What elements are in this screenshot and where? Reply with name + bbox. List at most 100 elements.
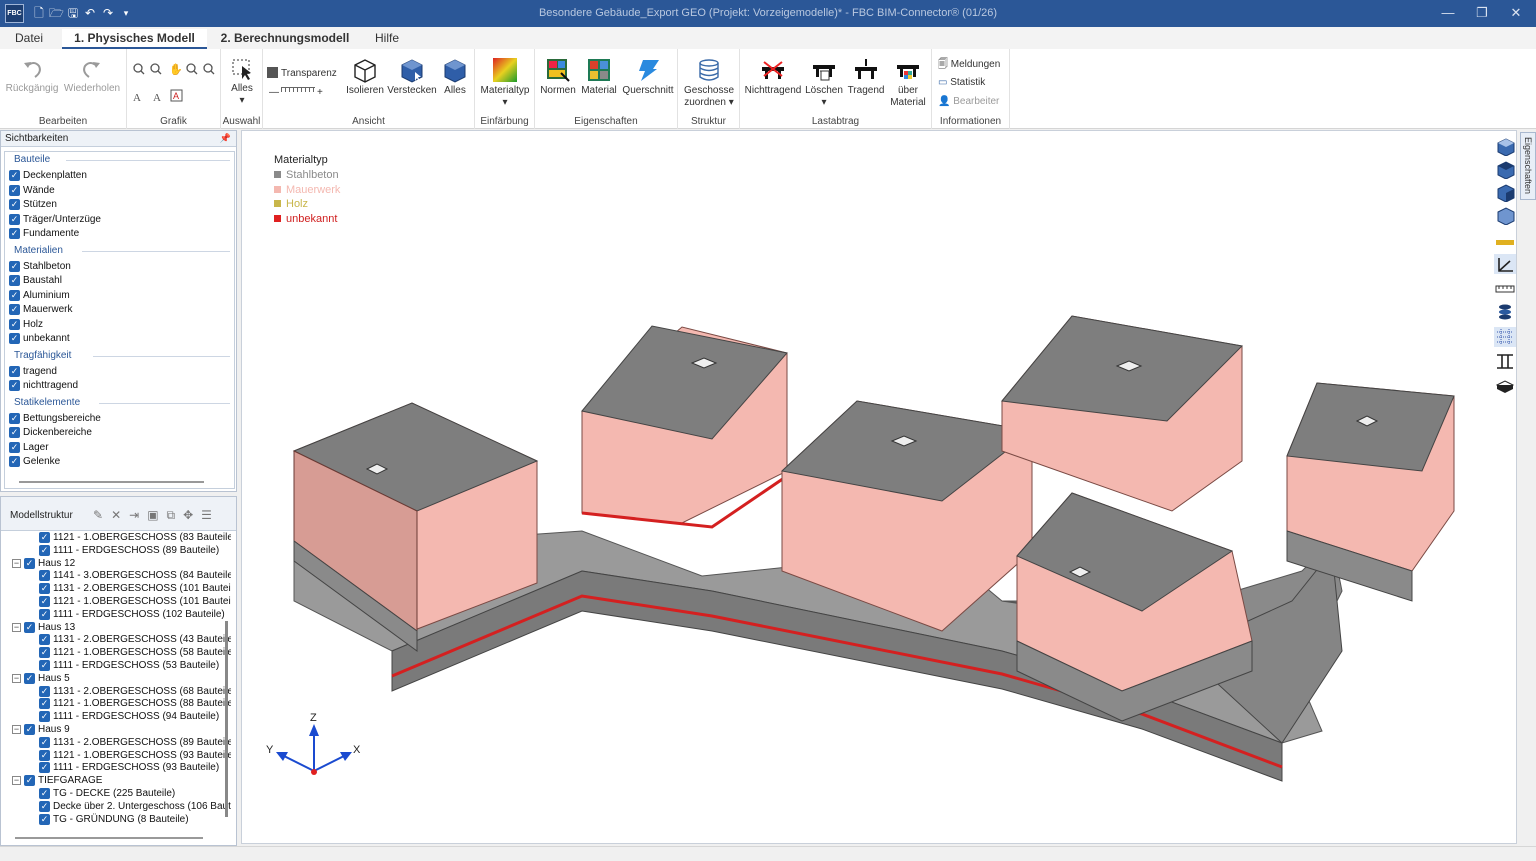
checkbox[interactable]: ✓ xyxy=(9,318,20,330)
checkbox[interactable]: ✓ xyxy=(39,788,50,799)
visibility-item[interactable]: ✓ Aluminium xyxy=(5,289,225,302)
checkbox[interactable]: ✓ xyxy=(9,228,20,239)
checkbox[interactable]: ✓ xyxy=(39,647,50,659)
visibility-item[interactable]: ✓ Wände xyxy=(5,184,225,197)
visibility-item[interactable]: ✓ nichttragend xyxy=(5,379,225,392)
slab-icon[interactable] xyxy=(1494,375,1516,395)
show-all-button[interactable]: Alles xyxy=(439,57,471,97)
loadbearing-button[interactable]: Tragend xyxy=(846,57,886,97)
collapse-toggle-icon[interactable]: − xyxy=(12,558,21,568)
tree-row[interactable]: ✓ 1111 - ERDGESCHOSS (89 Bauteile) xyxy=(4,544,226,557)
checkbox[interactable]: ✓ xyxy=(9,289,20,301)
collapse-toggle-icon[interactable]: − xyxy=(12,776,21,786)
tree-row[interactable]: ✓ 1121 - 1.OBERGESCHOSS (93 Bauteile) xyxy=(4,749,231,762)
material-button[interactable]: Material xyxy=(579,57,619,97)
tab-hilfe[interactable]: Hilfe xyxy=(368,29,406,49)
visibility-item[interactable]: ✓ Bettungsbereiche xyxy=(5,412,225,425)
checkbox[interactable]: ✓ xyxy=(24,724,35,735)
checkbox[interactable]: ✓ xyxy=(39,736,50,748)
checkbox[interactable]: ✓ xyxy=(9,199,20,210)
storeys-stack-icon[interactable] xyxy=(1494,302,1516,322)
tree-row[interactable]: ✓ TG - DECKE (225 Bauteile) xyxy=(4,788,226,800)
tree-horizontal-scrollbar[interactable] xyxy=(15,837,203,839)
axes-icon[interactable] xyxy=(1494,254,1516,274)
3d-viewport[interactable]: Z Y X xyxy=(241,130,1517,844)
visibility-item[interactable]: ✓ Baustahl xyxy=(5,274,225,287)
horizontal-scrollbar[interactable] xyxy=(19,481,204,483)
view-front-cube-icon[interactable] xyxy=(1494,136,1516,156)
checkbox[interactable]: ✓ xyxy=(39,596,50,607)
tree-row[interactable]: ✓ 1121 - 1.OBERGESCHOSS (101 Bauteile) xyxy=(4,596,231,608)
checkbox[interactable]: ✓ xyxy=(39,532,50,543)
collapse-toggle-icon[interactable]: − xyxy=(12,725,21,734)
checkbox[interactable]: ✓ xyxy=(9,213,20,225)
tree-row[interactable]: ✓ 1111 - ERDGESCHOSS (93 Bauteile) xyxy=(4,762,226,774)
visibility-item[interactable]: ✓ Dickenbereiche xyxy=(5,426,225,439)
tree-row[interactable]: ✓ 1121 - 1.OBERGESCHOSS (58 Bauteile) xyxy=(4,647,231,659)
checkbox[interactable]: ✓ xyxy=(24,621,35,633)
tree-row[interactable]: ✓ TG - GRÜNDUNG (8 Bauteile) xyxy=(4,813,226,826)
visibility-item[interactable]: ✓ Gelenke xyxy=(5,455,225,468)
move-icon[interactable]: ⇥ xyxy=(129,508,147,522)
checkbox[interactable]: ✓ xyxy=(24,775,35,787)
section-icon[interactable] xyxy=(1494,351,1516,371)
messages-button[interactable]: 🗐 Meldungen xyxy=(938,57,1000,74)
checkbox[interactable]: ✓ xyxy=(39,800,50,812)
delete-loads-button[interactable]: Löschen ▾ xyxy=(803,57,845,109)
checkbox[interactable]: ✓ xyxy=(9,441,20,453)
dimension-icon[interactable] xyxy=(1494,279,1516,299)
isolate-button[interactable]: Isolieren xyxy=(345,57,385,97)
collapse-toggle-icon[interactable]: − xyxy=(12,673,21,683)
by-material-button[interactable]: über Material xyxy=(887,57,929,109)
tree-row[interactable]: ✓ 1131 - 2.OBERGESCHOSS (68 Bauteile) xyxy=(4,685,231,698)
checkbox[interactable]: ✓ xyxy=(39,570,50,582)
copy-icon[interactable]: ⧉ xyxy=(167,508,184,522)
tree-row[interactable]: − ✓ Haus 5 xyxy=(4,672,226,685)
checkbox[interactable]: ✓ xyxy=(9,427,20,438)
statistics-button[interactable]: ▭ Statistik xyxy=(938,77,985,88)
checkbox[interactable]: ✓ xyxy=(9,412,20,424)
properties-side-tab[interactable]: Eigenschaften xyxy=(1520,132,1536,200)
view-top-cube-icon[interactable] xyxy=(1494,159,1516,179)
building-model[interactable] xyxy=(242,131,1518,845)
checkbox[interactable]: ✓ xyxy=(24,672,35,684)
undo-button[interactable]: Rückgängig xyxy=(4,57,60,95)
material-type-button[interactable]: Materialtyp ▾ xyxy=(479,57,531,109)
close-icon[interactable]: ✕ xyxy=(1501,4,1531,22)
checkbox[interactable]: ✓ xyxy=(39,544,50,556)
collapse-toggle-icon[interactable]: − xyxy=(12,622,21,632)
assign-storeys-button[interactable]: Geschosse zuordnen ▾ xyxy=(681,57,737,109)
checkbox[interactable]: ✓ xyxy=(39,762,50,774)
tree-row[interactable]: ✓ 1121 - 1.OBERGESCHOSS (83 Bauteile) xyxy=(4,532,231,544)
checkbox[interactable]: ✓ xyxy=(39,685,50,697)
ruler-icon[interactable] xyxy=(1494,232,1516,252)
visibility-item[interactable]: ✓ Stahlbeton xyxy=(5,260,225,273)
minimize-icon[interactable]: — xyxy=(1433,4,1463,22)
checkbox[interactable]: ✓ xyxy=(39,711,50,723)
delete-icon[interactable]: ✕ xyxy=(111,508,129,522)
checkbox[interactable]: ✓ xyxy=(9,380,20,391)
tab-physisches-modell[interactable]: 1. Physisches Modell xyxy=(62,29,207,49)
checkbox[interactable]: ✓ xyxy=(9,275,20,286)
cross-section-button[interactable]: Querschnitt xyxy=(620,57,676,97)
tree-row[interactable]: ✓ 1121 - 1.OBERGESCHOSS (88 Bauteile) xyxy=(4,698,231,710)
checkbox[interactable]: ✓ xyxy=(9,456,20,467)
tab-berechnungsmodell[interactable]: 2. Berechnungsmodell xyxy=(212,29,358,49)
select-all-button[interactable]: Alles ▾ xyxy=(225,57,259,107)
visibility-item[interactable]: ✓ unbekannt xyxy=(5,332,225,345)
tree-row[interactable]: ✓ 1111 - ERDGESCHOSS (94 Bauteile) xyxy=(4,711,226,723)
checkbox[interactable]: ✓ xyxy=(39,608,50,620)
checkbox[interactable]: ✓ xyxy=(39,583,50,595)
norms-button[interactable]: Normen xyxy=(538,57,578,97)
pin-icon[interactable]: 📌 xyxy=(220,131,231,146)
tree-row[interactable]: − ✓ Haus 12 xyxy=(4,557,226,570)
checkbox[interactable]: ✓ xyxy=(9,170,20,181)
checkbox[interactable]: ✓ xyxy=(9,304,20,315)
checkbox[interactable]: ✓ xyxy=(24,557,35,569)
checkbox[interactable]: ✓ xyxy=(9,333,20,344)
maximize-icon[interactable]: ❐ xyxy=(1467,4,1497,22)
tree-row[interactable]: − ✓ TIEFGARAGE xyxy=(4,775,226,787)
checkbox[interactable]: ✓ xyxy=(39,660,50,671)
tree-row[interactable]: ✓ 1111 - ERDGESCHOSS (102 Bauteile) xyxy=(4,608,226,621)
visibility-item[interactable]: ✓ Lager xyxy=(5,441,225,454)
